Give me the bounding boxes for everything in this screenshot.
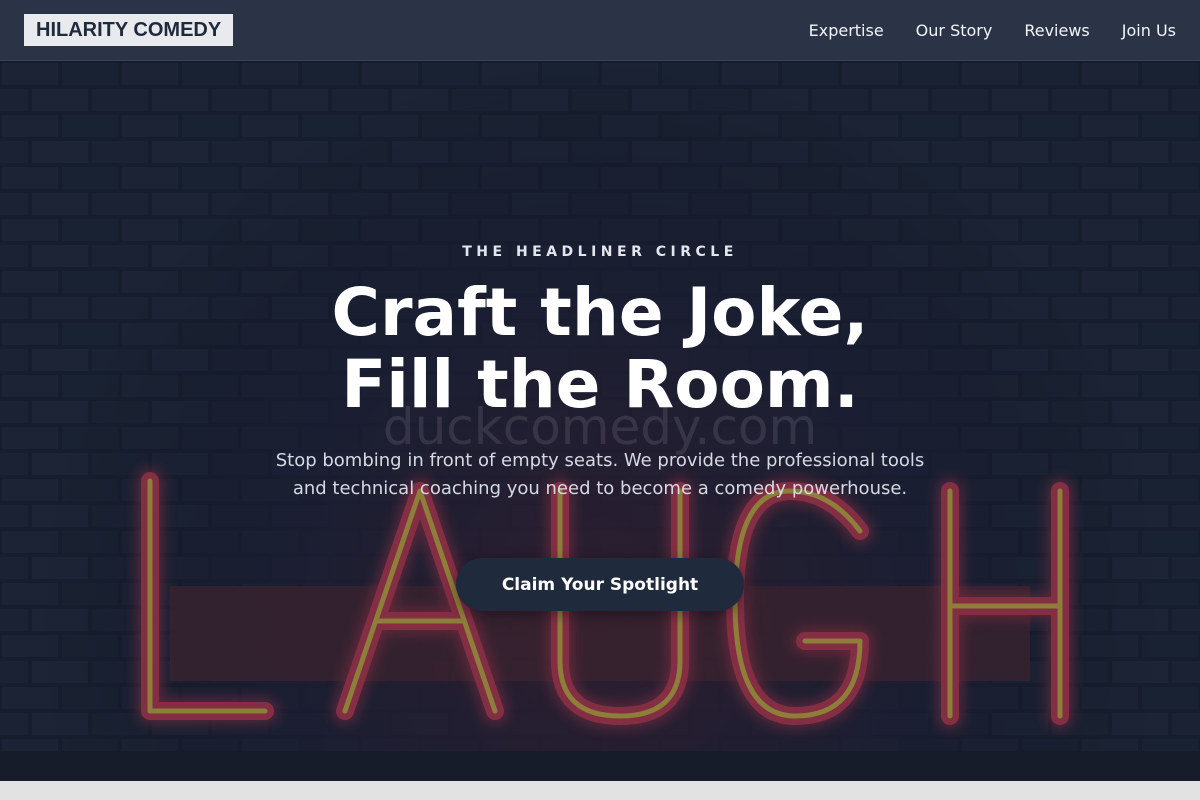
nav-link-join-us[interactable]: Join Us	[1122, 21, 1176, 40]
hero-subtext: Stop bombing in front of empty seats. We…	[275, 450, 925, 499]
nav-link-reviews[interactable]: Reviews	[1024, 21, 1089, 40]
claim-spotlight-button[interactable]: Claim Your Spotlight	[456, 558, 744, 611]
hero-headline-line-1: Craft the Joke,	[331, 274, 869, 351]
main-nav: Expertise Our Story Reviews Join Us	[809, 21, 1176, 40]
hero-section: duckcomedy.com THE HEADLINER CIRCLE Craf…	[0, 61, 1200, 781]
hero-headline: Craft the Joke, Fill the Room.	[200, 277, 1000, 421]
brand-logo[interactable]: HILARITY COMEDY	[24, 14, 234, 46]
nav-link-expertise[interactable]: Expertise	[809, 21, 884, 40]
hero-eyebrow: THE HEADLINER CIRCLE	[462, 244, 738, 260]
hero-headline-line-2: Fill the Room.	[341, 346, 859, 423]
next-section-edge	[0, 781, 1200, 800]
top-navbar: HILARITY COMEDY Expertise Our Story Revi…	[0, 0, 1200, 61]
nav-link-our-story[interactable]: Our Story	[916, 21, 993, 40]
